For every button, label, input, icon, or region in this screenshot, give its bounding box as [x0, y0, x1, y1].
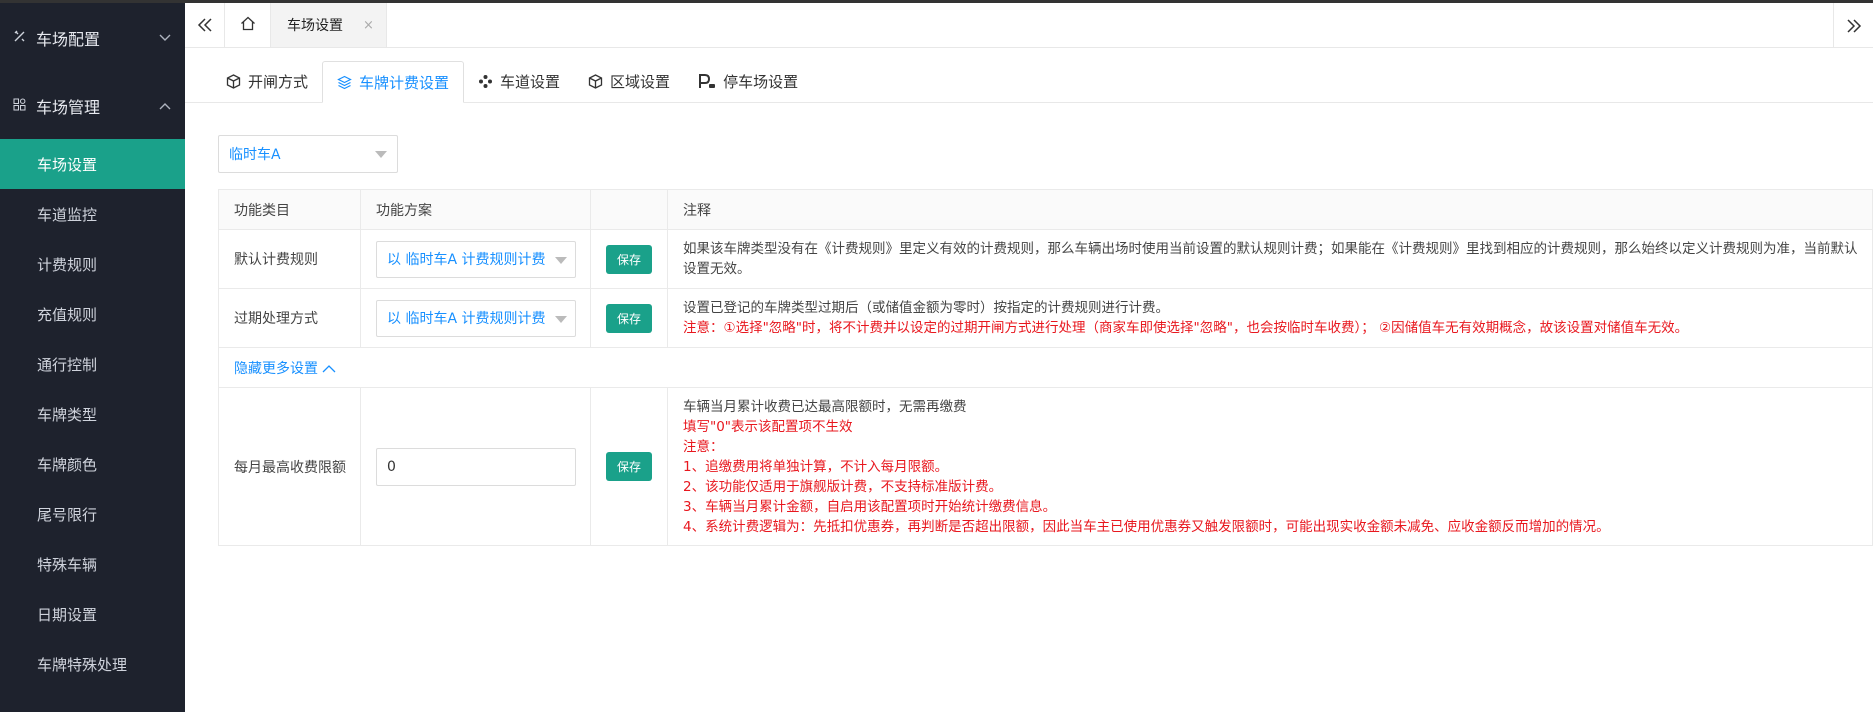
monthly-cap-input[interactable]: 0 [376, 447, 576, 486]
sidebar-group-label: 车场管理 [36, 98, 101, 117]
double-chevron-right-icon [1846, 14, 1862, 38]
default-rule-select[interactable]: 以 临时车A 计费规则计费 [376, 240, 576, 278]
sidebar-item-lane-monitor[interactable]: 车道监控 [0, 189, 185, 239]
tab-plate-billing[interactable]: 车牌计费设置 [322, 61, 465, 103]
sidebar-item-billing-rules[interactable]: 计费规则 [0, 239, 185, 289]
home-button[interactable] [225, 3, 271, 47]
tab-label: 停车场设置 [723, 72, 799, 91]
caret-down-icon [555, 256, 567, 264]
sidebar-item-access-control[interactable]: 通行控制 [0, 339, 185, 389]
parking-icon [698, 73, 716, 90]
settings-subtabs: 开闸方式 车牌计费设置 车道设置 区域设置 停车场设置 [185, 48, 1873, 103]
chevron-down-icon [159, 31, 171, 45]
row-note: 如果该车牌类型没有在《计费规则》里定义有效的计费规则，那么车辆出场时使用当前设置… [667, 229, 1873, 289]
toggle-cell: 隐藏更多设置 [218, 347, 1873, 388]
chevron-up-icon [159, 99, 171, 113]
row-name: 过期处理方式 [218, 288, 361, 348]
plate-type-value: 临时车A [229, 147, 281, 163]
note-text: 设置已登记的车牌类型过期后（或储值金额为零时）按指定的计费规则进行计费。 [683, 300, 1169, 316]
row-scheme: 以 临时车A 计费规则计费 [360, 288, 591, 348]
row-name: 默认计费规则 [218, 229, 361, 289]
page-tab-parking-settings[interactable]: 车场设置 × [271, 3, 387, 47]
note-warning: 注意：①选择"忽略"时，将不计费并以设定的过期开闸方式进行处理（商家车即使选择"… [683, 320, 1689, 336]
cube-icon [226, 73, 241, 89]
table-row-toggle: 隐藏更多设置 [218, 347, 1873, 388]
note-line: 4、系统计费逻辑为：先抵扣优惠券，再判断是否超出限额，因此当车主已使用优惠券又触… [683, 518, 1610, 535]
hide-more-settings-link[interactable]: 隐藏更多设置 [234, 361, 336, 377]
sidebar-item-recharge-rules[interactable]: 充值规则 [0, 289, 185, 339]
sidebar-group-parking-manage[interactable]: 车场管理 [0, 73, 185, 139]
tab-lot-settings[interactable]: 停车场设置 [684, 60, 812, 102]
sidebar-item-plate-types[interactable]: 车牌类型 [0, 389, 185, 439]
row-name: 每月最高收费限额 [218, 387, 361, 546]
scroll-tabs-right-button[interactable] [1833, 3, 1873, 48]
settings-table: 功能类目 功能方案 注释 默认计费规则 以 临时车A 计费规则计费 保存 如果该… [218, 189, 1873, 546]
double-chevron-left-icon [197, 13, 213, 37]
sidebar-group-label: 车场配置 [36, 30, 101, 49]
save-button[interactable]: 保存 [606, 452, 652, 481]
sidebar: 车场配置 车场管理 车场设置 车道监控 计费规则 充值规则 通行控制 车牌类型 … [0, 0, 185, 712]
table-row: 默认计费规则 以 临时车A 计费规则计费 保存 如果该车牌类型没有在《计费规则》… [218, 229, 1873, 289]
nodes-icon [478, 74, 493, 89]
row-note: 车辆当月累计收费已达最高限额时，无需再缴费 填写"0"表示该配置项不生效 注意：… [667, 387, 1873, 546]
home-icon [240, 16, 256, 35]
row-note: 设置已登记的车牌类型过期后（或储值金额为零时）按指定的计费规则进行计费。 注意：… [667, 288, 1873, 348]
save-button[interactable]: 保存 [606, 303, 652, 333]
table-row: 过期处理方式 以 临时车A 计费规则计费 保存 设置已登记的车牌类型过期后（或储… [218, 288, 1873, 348]
caret-down-icon [555, 315, 567, 323]
select-value: 以 临时车A 计费规则计费 [387, 311, 546, 327]
plate-type-select[interactable]: 临时车A [218, 135, 398, 173]
toggle-label: 隐藏更多设置 [234, 360, 318, 377]
row-action: 保存 [590, 288, 668, 348]
header-scheme: 功能方案 [360, 189, 591, 230]
box-icon [588, 73, 603, 89]
collapse-sidebar-button[interactable] [185, 3, 225, 47]
row-action: 保存 [590, 229, 668, 289]
header-action [590, 189, 668, 230]
tab-lane-settings[interactable]: 车道设置 [464, 60, 574, 102]
tab-label: 开闸方式 [248, 72, 309, 91]
save-button[interactable]: 保存 [606, 244, 652, 274]
chevron-up-icon [322, 361, 336, 377]
note-line: 3、车辆当月累计金额，自启用该配置项时开始统计缴费信息。 [683, 498, 1057, 515]
sidebar-item-date-settings[interactable]: 日期设置 [0, 589, 185, 639]
layers-icon [337, 75, 352, 90]
note-line: 注意： [683, 438, 724, 455]
sidebar-item-special-vehicles[interactable]: 特殊车辆 [0, 539, 185, 589]
caret-down-icon [375, 151, 387, 158]
header-category: 功能类目 [218, 189, 361, 230]
note-line: 2、该功能仅适用于旗舰版计费，不支持标准版计费。 [683, 478, 1003, 495]
tab-gate-mode[interactable]: 开闸方式 [212, 60, 322, 102]
app: 车场配置 车场管理 车场设置 车道监控 计费规则 充值规则 通行控制 车牌类型 … [0, 0, 1873, 712]
row-scheme: 以 临时车A 计费规则计费 [360, 229, 591, 289]
sidebar-group-parking-config[interactable]: 车场配置 [0, 3, 185, 73]
tab-label: 区域设置 [610, 72, 671, 91]
main-area: 车场设置 × 开闸方式 车牌计费设置 车道设置 区域设置 停车场设置 临时车A … [185, 0, 1873, 712]
note-line: 填写"0"表示该配置项不生效 [683, 418, 853, 435]
close-icon[interactable]: × [363, 18, 374, 33]
sidebar-item-plate-colors[interactable]: 车牌颜色 [0, 439, 185, 489]
tab-label: 车道设置 [500, 72, 561, 91]
sidebar-item-plate-special[interactable]: 车牌特殊处理 [0, 639, 185, 689]
table-header-row: 功能类目 功能方案 注释 [218, 189, 1873, 230]
note-line: 1、追缴费用将单独计算，不计入每月限额。 [683, 458, 949, 475]
row-scheme: 0 [360, 387, 591, 546]
tab-zone-settings[interactable]: 区域设置 [574, 60, 684, 102]
sidebar-item-tail-restriction[interactable]: 尾号限行 [0, 489, 185, 539]
header-note: 注释 [667, 189, 1873, 230]
table-row: 每月最高收费限额 0 保存 车辆当月累计收费已达最高限额时，无需再缴费 填写"0… [218, 387, 1873, 546]
expired-rule-select[interactable]: 以 临时车A 计费规则计费 [376, 299, 576, 337]
page-tab-label: 车场设置 [287, 18, 343, 34]
select-value: 以 临时车A 计费规则计费 [387, 252, 546, 268]
apps-icon [12, 98, 26, 115]
tab-bar: 车场设置 × [185, 3, 1873, 48]
tools-icon [12, 30, 26, 47]
row-action: 保存 [590, 387, 668, 546]
content: 临时车A 功能类目 功能方案 注释 默认计费规则 以 临时车A 计费规则计费 保… [185, 103, 1873, 546]
tab-label: 车牌计费设置 [359, 73, 450, 92]
note-text: 车辆当月累计收费已达最高限额时，无需再缴费 [683, 398, 967, 415]
sidebar-item-parking-settings[interactable]: 车场设置 [0, 139, 185, 189]
